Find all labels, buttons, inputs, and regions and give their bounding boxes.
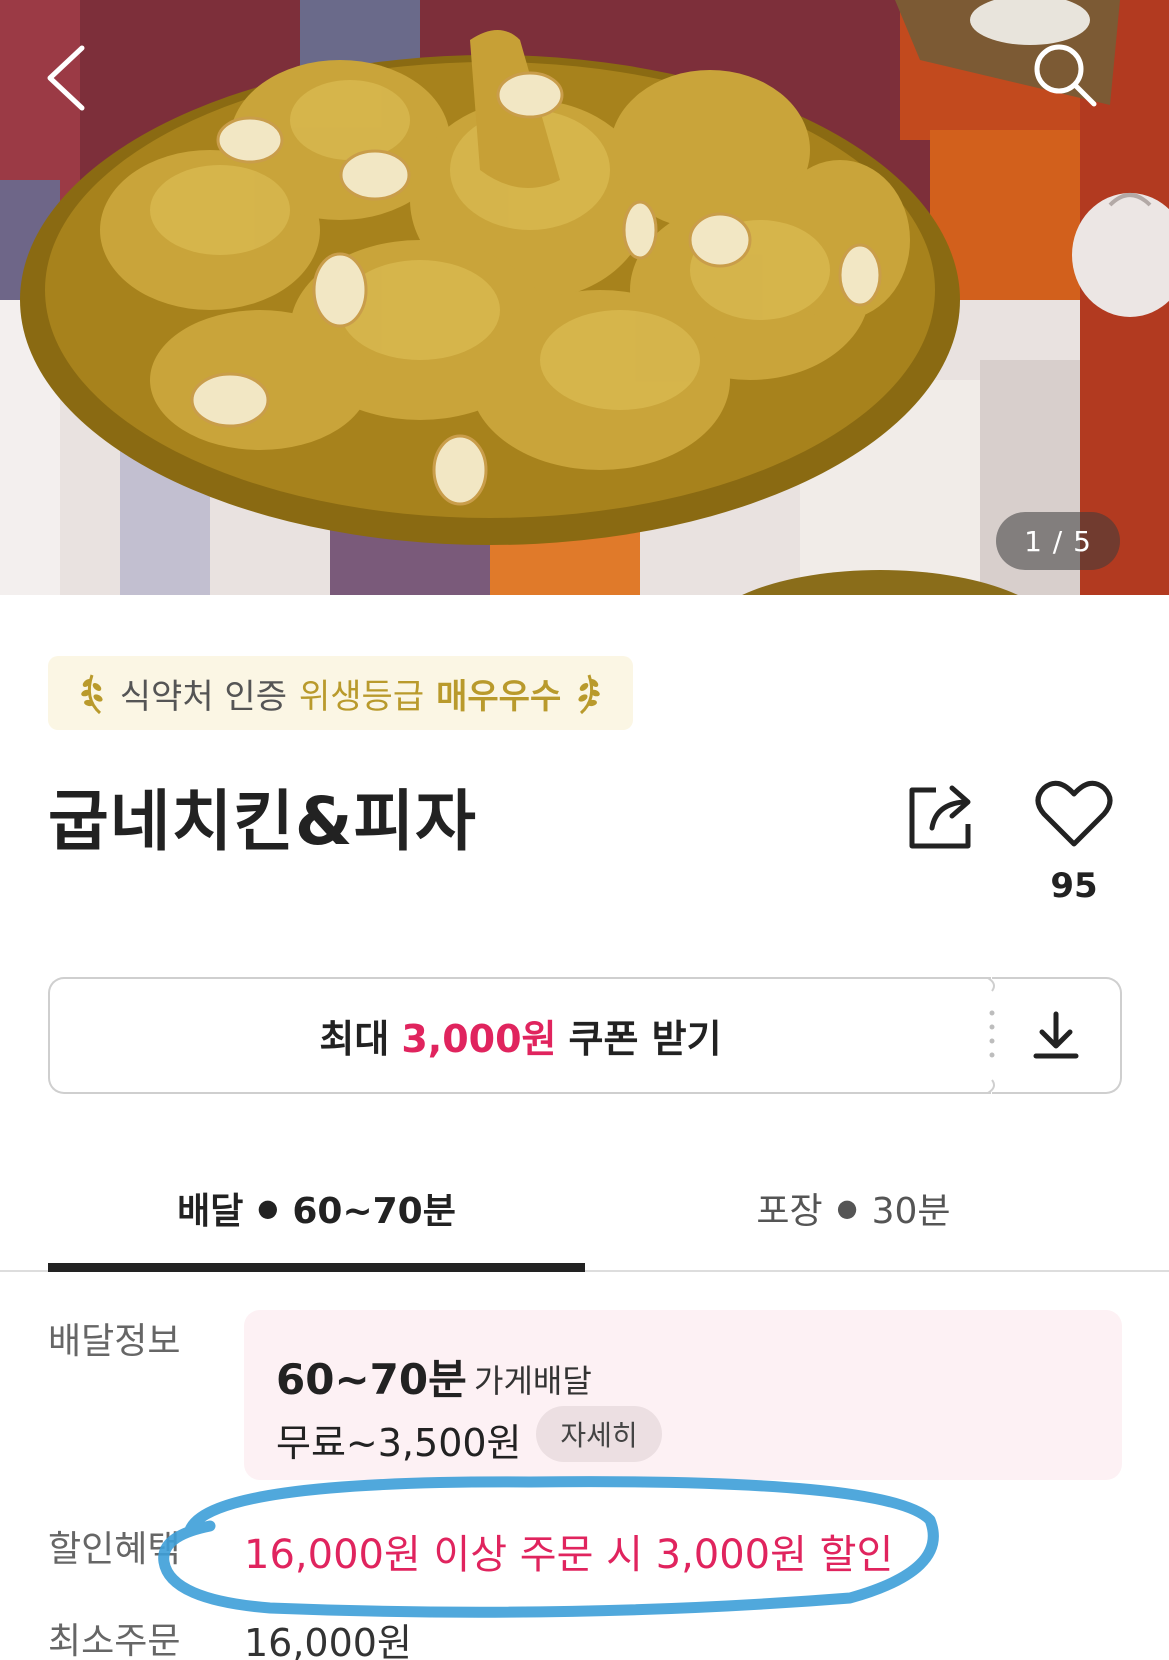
discount-label: 할인혜택: [48, 1529, 181, 1570]
coupon-amount: 3,000원: [401, 1017, 557, 1061]
download-icon: [1033, 1011, 1079, 1058]
search-button[interactable]: [1032, 42, 1122, 132]
tab-delivery-label: 배달: [177, 1191, 244, 1232]
min-order-label: 최소주문: [48, 1621, 181, 1660]
badge-prefix: 식약처 인증: [119, 676, 287, 717]
discount-text: 16,000원 이상 주문 시 3,000원 할인: [244, 1532, 894, 1578]
coupon-download-button[interactable]: [992, 977, 1122, 1094]
share-button[interactable]: [902, 776, 982, 856]
laurel-right-icon: [578, 674, 601, 715]
laurel-left-icon: [80, 674, 103, 715]
back-arrow-icon: [47, 45, 85, 111]
delivery-detail-button[interactable]: 자세히: [536, 1406, 662, 1462]
hygiene-grade-badge[interactable]: 식약처 인증 위생등급 매우우수: [48, 656, 633, 730]
search-icon: [1034, 44, 1097, 107]
heart-icon: [1035, 780, 1113, 847]
badge-grade-label: 위생등급: [298, 676, 425, 717]
delivery-time: 60~70분: [276, 1355, 467, 1404]
tab-active-indicator: [48, 1263, 585, 1272]
badge-grade-value: 매우우수: [436, 676, 562, 717]
delivery-type: 가게배달: [474, 1362, 592, 1400]
tab-delivery-time: 60~70분: [292, 1191, 456, 1232]
tab-pickup-time: 30분: [871, 1191, 951, 1232]
delivery-info-label: 배달정보: [48, 1321, 181, 1362]
coupon-suffix: 쿠폰 받기: [568, 1017, 722, 1061]
tab-separator-dot: ●: [836, 1194, 858, 1222]
back-button[interactable]: [38, 42, 128, 132]
share-icon: [909, 785, 971, 849]
food-photo: [0, 0, 1169, 595]
tab-separator-dot: ●: [257, 1194, 279, 1222]
delivery-info-box: 60~70분 가게배달 무료~3,500원 자세히: [244, 1310, 1122, 1480]
favorite-count: 95: [1050, 866, 1098, 906]
tab-pickup-label: 포장: [756, 1191, 823, 1232]
hero-image-carousel[interactable]: 1 / 5: [0, 0, 1169, 595]
min-order-value: 16,000원: [244, 1621, 412, 1660]
coupon-prefix: 최대: [319, 1017, 390, 1061]
coupon-button[interactable]: 최대 3,000원 쿠폰 받기: [48, 977, 991, 1094]
favorite-button[interactable]: [1034, 776, 1114, 850]
image-counter: 1 / 5: [996, 512, 1120, 570]
tab-delivery[interactable]: 배달 ● 60~70분: [48, 1168, 585, 1248]
store-name: 굽네치킨&피자: [48, 783, 477, 860]
tab-pickup[interactable]: 포장 ● 30분: [585, 1168, 1122, 1248]
delivery-fee: 무료~3,500원: [276, 1421, 522, 1465]
